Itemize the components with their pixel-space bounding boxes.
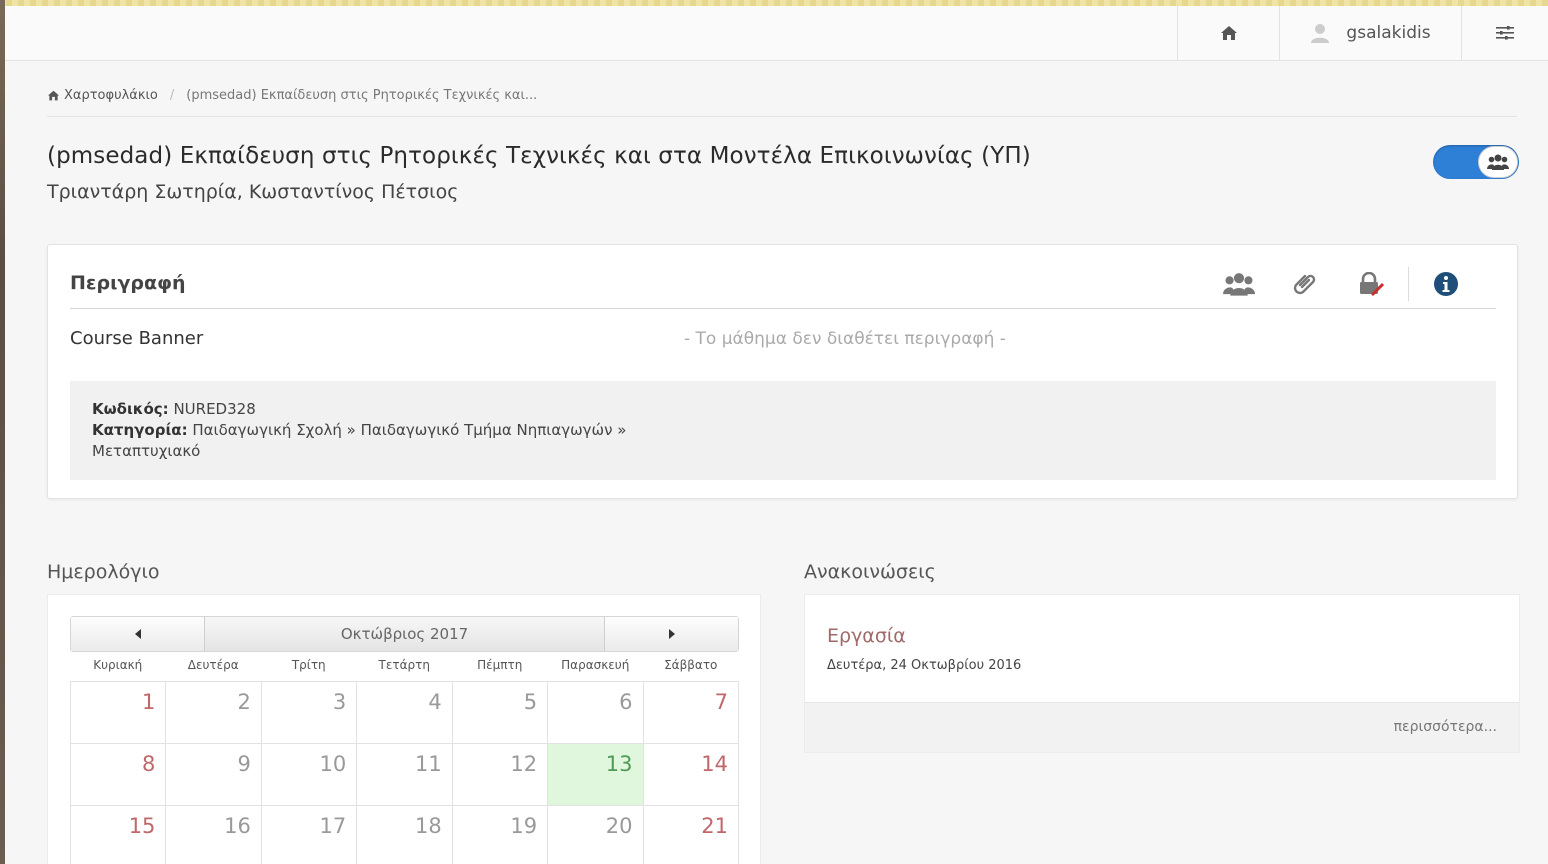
course-category-line: Κατηγορία: Παιδαγωγική Σχολή » Παιδαγωγι… <box>92 420 1474 441</box>
no-description-text: - Το μάθημα δεν διαθέτει περιγραφή - <box>684 329 1006 349</box>
course-code-line: Κωδικός: NURED328 <box>92 399 1474 420</box>
visibility-toggle[interactable] <box>1433 145 1519 179</box>
description-title: Περιγραφή <box>70 272 186 294</box>
weekday-label: Σάββατο <box>664 658 718 672</box>
announcements-panel: Εργασία Δευτέρα, 24 Οκτωβρίου 2016 περισ… <box>804 594 1520 753</box>
weekday-label: Παρασκευή <box>561 658 630 672</box>
access-button[interactable] <box>1338 268 1404 300</box>
sliders-icon <box>1496 26 1514 40</box>
caret-left-icon <box>134 629 141 639</box>
user-icon <box>1311 24 1330 43</box>
info-button[interactable] <box>1413 268 1479 300</box>
announcements-more-link[interactable]: περισσότερα... <box>1394 719 1497 735</box>
breadcrumb-home-link[interactable]: Χαρτοφυλάκιο <box>47 88 158 103</box>
calendar-day[interactable]: 6 <box>548 682 644 744</box>
course-category-value-cont: Μεταπτυχιακό <box>92 442 201 460</box>
home-icon <box>1220 26 1237 40</box>
lock-icon <box>1360 272 1384 296</box>
description-panel: Περιγραφή Course Banner - Το μάθημα δεν … <box>47 244 1518 499</box>
calendar-day-today[interactable]: 13 <box>548 744 644 806</box>
course-info-box: Κωδικός: NURED328 Κατηγορία: Παιδαγωγική… <box>70 381 1496 480</box>
home-icon <box>48 90 59 101</box>
announcements-section-title: Ανακοινώσεις <box>804 561 936 583</box>
breadcrumb-current: (pmsedad) Εκπαίδευση στις Ρητορικές Τεχν… <box>186 88 538 103</box>
description-divider <box>70 308 1496 309</box>
calendar-grid: 1 2 3 4 5 6 7 8 9 10 11 12 13 14 15 16 17 18 19 20 21 <box>70 681 739 864</box>
calendar-day[interactable]: 2 <box>166 682 262 744</box>
calendar-week-row: 1234567 <box>71 682 739 744</box>
calendar-day[interactable]: 7 <box>643 682 739 744</box>
attachments-button[interactable] <box>1272 268 1338 300</box>
description-toolbar <box>1206 267 1479 301</box>
calendar-header: Οκτώβριος 2017 <box>70 616 739 652</box>
calendar-day[interactable]: 10 <box>261 744 358 806</box>
calendar-day[interactable]: 11 <box>357 744 453 806</box>
calendar-day[interactable]: 14 <box>643 744 739 806</box>
calendar-day[interactable]: 1 <box>71 682 167 744</box>
calendar-week-row: 8 9 10 11 12 13 14 <box>71 744 739 806</box>
calendar-day[interactable]: 20 <box>548 806 644 864</box>
breadcrumb-divider <box>47 116 1517 117</box>
course-category-value: Παιδαγωγική Σχολή » Παιδαγωγικό Τμήμα Νη… <box>192 421 627 439</box>
calendar-day[interactable]: 3 <box>261 682 358 744</box>
calendar-day[interactable]: 21 <box>644 806 739 864</box>
users-button[interactable] <box>1206 268 1272 300</box>
calendar-month-label: Οκτώβριος 2017 <box>340 625 469 643</box>
breadcrumb-home-label: Χαρτοφυλάκιο <box>64 88 158 103</box>
announcements-footer: περισσότερα... <box>805 702 1519 752</box>
calendar-day[interactable]: 17 <box>262 806 358 864</box>
caret-right-icon <box>668 629 675 639</box>
calendar-day[interactable]: 16 <box>166 806 262 864</box>
users-icon <box>1487 154 1509 170</box>
top-navbar: gsalakidis <box>5 6 1548 61</box>
calendar-day[interactable]: 9 <box>166 744 262 806</box>
calendar-day[interactable]: 18 <box>357 806 453 864</box>
calendar-week-row: 15 16 17 18 19 20 21 <box>71 806 739 864</box>
nav-settings-button[interactable] <box>1461 6 1548 60</box>
calendar-prev-button[interactable] <box>71 617 205 651</box>
calendar-day[interactable]: 19 <box>453 806 549 864</box>
nav-user-menu[interactable]: gsalakidis <box>1279 6 1461 60</box>
users-icon <box>1223 273 1255 296</box>
calendar-next-button[interactable] <box>604 617 738 651</box>
course-title: (pmsedad) Εκπαίδευση στις Ρητορικές Τεχν… <box>47 143 1031 169</box>
course-code-value: NURED328 <box>173 400 256 418</box>
toggle-knob <box>1478 146 1518 178</box>
weekday-label: Τετάρτη <box>378 658 430 672</box>
course-code-label: Κωδικός: <box>92 400 169 418</box>
weekday-label: Κυριακή <box>93 658 143 672</box>
breadcrumb-separator: / <box>169 88 175 103</box>
breadcrumb: Χαρτοφυλάκιο / (pmsedad) Εκπαίδευση στις… <box>47 88 537 103</box>
announcement-date: Δευτέρα, 24 Οκτωβρίου 2016 <box>827 658 1022 673</box>
toolbar-divider <box>1408 267 1409 301</box>
nav-home-button[interactable] <box>1177 6 1279 60</box>
course-banner-label: Course Banner <box>70 328 204 349</box>
calendar-day[interactable]: 15 <box>71 806 167 864</box>
calendar-day[interactable]: 5 <box>452 682 549 744</box>
course-professors: Τριαντάρη Σωτηρία, Κωσταντίνος Πέτσιος <box>47 181 459 203</box>
calendar-day[interactable]: 4 <box>357 682 453 744</box>
username: gsalakidis <box>1346 23 1431 43</box>
course-category-label: Κατηγορία: <box>92 421 188 439</box>
paperclip-icon <box>1293 274 1316 295</box>
calendar-weekday-row: Κυριακή Δευτέρα Τρίτη Τετάρτη Πέμπτη Παρ… <box>70 658 739 672</box>
announcement-title-link[interactable]: Εργασία <box>827 625 906 647</box>
weekday-label: Τρίτη <box>291 658 326 672</box>
info-icon <box>1434 272 1458 296</box>
calendar-section-title: Ημερολόγιο <box>47 561 160 583</box>
calendar-day[interactable]: 8 <box>71 744 167 806</box>
calendar-panel: Οκτώβριος 2017 Κυριακή Δευτέρα Τρίτη Τετ… <box>47 594 761 864</box>
calendar-day[interactable]: 12 <box>452 744 549 806</box>
main-content: Χαρτοφυλάκιο / (pmsedad) Εκπαίδευση στις… <box>5 61 1548 864</box>
weekday-label: Δευτέρα <box>187 658 239 672</box>
weekday-label: Πέμπτη <box>477 658 523 672</box>
